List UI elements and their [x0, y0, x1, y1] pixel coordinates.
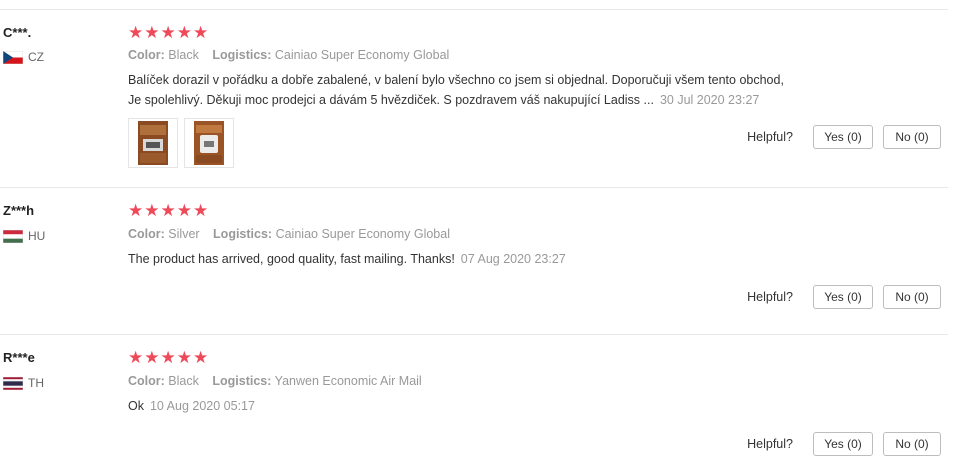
helpful-no-button[interactable]: No (0)	[883, 285, 941, 309]
color-key: Color:	[128, 374, 165, 388]
helpful-label: Helpful?	[747, 437, 793, 451]
helpful-controls: Helpful? Yes (0) No (0)	[747, 432, 941, 456]
logistics-key: Logistics:	[212, 374, 272, 388]
star-rating: ★★★★★	[128, 201, 210, 220]
helpful-controls: Helpful? Yes (0) No (0)	[747, 285, 941, 309]
reviewer-country: TH	[3, 376, 44, 390]
review-text: Ok 10 Aug 2020 05:17	[128, 396, 848, 416]
review-date: 10 Aug 2020 05:17	[149, 399, 255, 413]
reviewer-country: CZ	[3, 50, 44, 64]
review-meta: Color: Black Logistics: Cainiao Super Ec…	[128, 48, 449, 62]
country-code: HU	[28, 229, 46, 243]
logistics-key: Logistics:	[213, 227, 273, 241]
hu-flag-icon	[3, 229, 23, 243]
reviewer-name: C***.	[3, 25, 32, 40]
review-photo-thumbnail[interactable]	[128, 118, 178, 168]
helpful-label: Helpful?	[747, 130, 793, 144]
color-value: Silver	[168, 227, 200, 241]
review-date: 07 Aug 2020 23:27	[460, 252, 566, 266]
review-divider	[0, 334, 948, 335]
helpful-no-button[interactable]: No (0)	[883, 432, 941, 456]
review-text: Balíček dorazil v pořádku a dobře zabale…	[128, 70, 848, 110]
country-code: TH	[28, 376, 44, 390]
review-text-line: Je spolehlivý. Děkuji moc prodejci a dáv…	[128, 93, 654, 107]
color-key: Color:	[128, 48, 165, 62]
logistics-value: Cainiao Super Economy Global	[275, 227, 450, 241]
helpful-yes-button[interactable]: Yes (0)	[813, 285, 873, 309]
review-text-line: Ok	[128, 399, 144, 413]
review-date: 30 Jul 2020 23:27	[659, 93, 760, 107]
logistics-value: Cainiao Super Economy Global	[274, 48, 450, 62]
reviewer-country: HU	[3, 229, 45, 243]
review-meta: Color: Silver Logistics: Cainiao Super E…	[128, 227, 450, 241]
color-value: Black	[168, 48, 199, 62]
top-divider	[0, 9, 948, 10]
review-meta: Color: Black Logistics: Yanwen Economic …	[128, 374, 422, 388]
review-photo-thumbnail[interactable]	[184, 118, 234, 168]
logistics-key: Logistics:	[212, 48, 272, 62]
reviewer-name: Z***h	[3, 203, 35, 218]
review-divider	[0, 187, 948, 188]
reviewer-name: R***e	[3, 350, 35, 365]
helpful-yes-button[interactable]: Yes (0)	[813, 125, 873, 149]
logistics-value: Yanwen Economic Air Mail	[274, 374, 422, 388]
color-key: Color:	[128, 227, 165, 241]
helpful-controls: Helpful? Yes (0) No (0)	[747, 125, 941, 149]
helpful-no-button[interactable]: No (0)	[883, 125, 941, 149]
helpful-label: Helpful?	[747, 290, 793, 304]
cz-flag-icon	[3, 50, 23, 64]
review-text: The product has arrived, good quality, f…	[128, 249, 848, 269]
review-text-line: The product has arrived, good quality, f…	[128, 252, 455, 266]
th-flag-icon	[3, 376, 23, 390]
helpful-yes-button[interactable]: Yes (0)	[813, 432, 873, 456]
star-rating: ★★★★★	[128, 23, 210, 42]
star-rating: ★★★★★	[128, 348, 210, 367]
country-code: CZ	[28, 50, 44, 64]
color-value: Black	[168, 374, 199, 388]
review-text-line: Balíček dorazil v pořádku a dobře zabale…	[128, 73, 784, 87]
review-photos	[128, 118, 234, 168]
